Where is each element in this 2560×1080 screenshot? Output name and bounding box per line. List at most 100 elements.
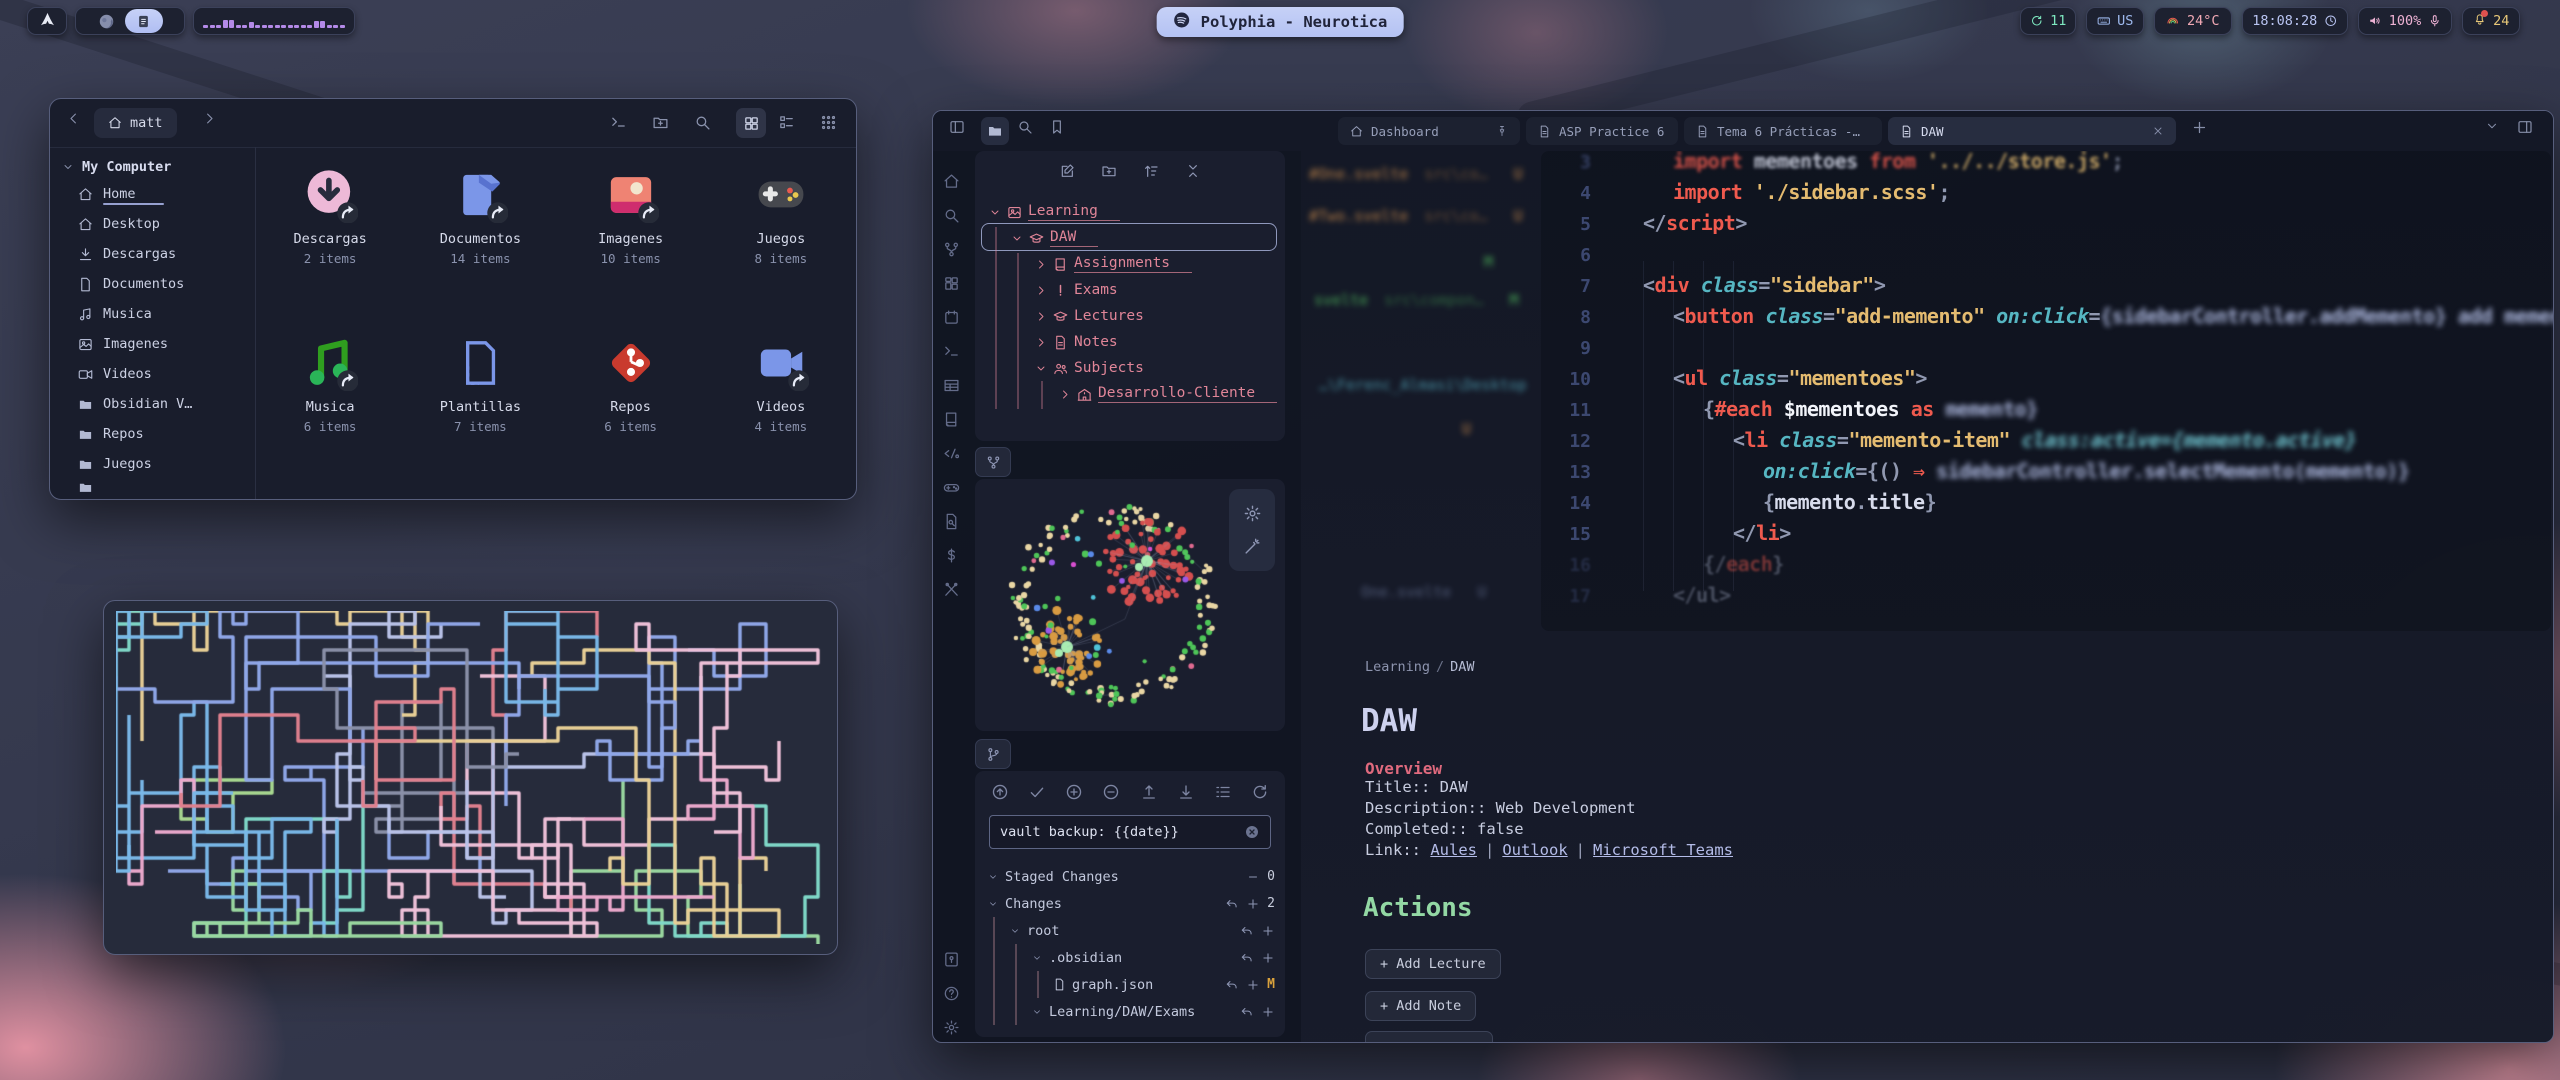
commit-message-input[interactable]: [989, 815, 1271, 849]
ribbon-gear-button[interactable]: [943, 1019, 960, 1036]
right-sidebar-toggle[interactable]: [2517, 119, 2533, 135]
sidebar-item-desktop[interactable]: Desktop: [50, 209, 255, 239]
editor-pane[interactable]: #One.sveltesrc\co…U #Two.sveltesrc\co…U …: [1301, 151, 2553, 1042]
tree-item-daw[interactable]: DAW: [975, 225, 1279, 251]
status-notifications[interactable]: 24: [2462, 7, 2520, 35]
tab-tema-6-pr-cticas-[interactable]: Tema 6 Prácticas -…: [1684, 117, 1882, 145]
ribbon-book-button[interactable]: [943, 411, 960, 428]
view-search-button[interactable]: [694, 114, 711, 131]
dock-app-active[interactable]: [125, 9, 163, 33]
ribbon-terminal-button[interactable]: [943, 343, 960, 360]
pin-icon[interactable]: [1496, 125, 1508, 137]
folder-repos[interactable]: Repos 6 items: [556, 327, 706, 495]
tree-item-exams[interactable]: Exams: [975, 277, 1279, 303]
ribbon-vault-button[interactable]: [943, 951, 960, 968]
forward-button[interactable]: [202, 111, 217, 126]
ribbon-file-search-button[interactable]: [943, 513, 960, 530]
ribbon-table-button[interactable]: [943, 377, 960, 394]
graph-tab-badge[interactable]: [975, 447, 1011, 477]
git-arrow-up-circle-button[interactable]: [991, 783, 1009, 801]
tab-list-button[interactable]: [2485, 119, 2499, 133]
folder-juegos[interactable]: Juegos 8 items: [706, 159, 856, 327]
tree-item-subjects[interactable]: Subjects: [975, 355, 1279, 381]
explorer-sort-button[interactable]: [1143, 163, 1159, 179]
note-action-button[interactable]: + Add Note: [1365, 991, 1476, 1021]
note-breadcrumb[interactable]: Learning/DAW: [1365, 659, 1475, 675]
folder-descargas[interactable]: Descargas 2 items: [255, 159, 405, 327]
sidebar-item-musica[interactable]: Musica: [50, 299, 255, 329]
ribbon-tools-button[interactable]: [943, 581, 960, 598]
ribbon-dollar-button[interactable]: [943, 547, 960, 564]
back-button[interactable]: [66, 111, 81, 126]
now-playing-widget[interactable]: Polyphia - Neurotica: [1157, 7, 1404, 37]
sidebar-item-juegos[interactable]: Juegos: [50, 449, 255, 479]
git-row-.obsidian[interactable]: .obsidian: [975, 944, 1275, 971]
tree-item-learning[interactable]: Learning: [975, 199, 1279, 225]
view-terminal-button[interactable]: [610, 114, 627, 131]
graph-gear-button[interactable]: [1243, 504, 1262, 523]
graph-wand-button[interactable]: [1243, 537, 1262, 556]
tab-daw[interactable]: DAW: [1888, 117, 2176, 145]
git-tab-badge[interactable]: [975, 739, 1011, 769]
folder-button[interactable]: [981, 117, 1009, 145]
tree-item-desarrollo-cliente[interactable]: Desarrollo-Cliente: [975, 381, 1279, 407]
git-list-details-button[interactable]: [1214, 783, 1232, 801]
view-grid-button[interactable]: [736, 108, 766, 138]
git-download2-button[interactable]: [1177, 783, 1195, 801]
git-minus-circle-button[interactable]: [1102, 783, 1120, 801]
status-clock[interactable]: 18:08:28: [2242, 7, 2348, 35]
taskbar-apps[interactable]: [75, 7, 185, 35]
pipes-terminal-window[interactable]: [103, 600, 838, 955]
ribbon-git-fork-button[interactable]: [943, 241, 960, 258]
folder-imagenes[interactable]: Imagenes 10 items: [556, 159, 706, 327]
sidebar-item-videos[interactable]: Videos: [50, 359, 255, 389]
view-dots-grid-button[interactable]: [820, 114, 837, 131]
folder-musica[interactable]: Musica 6 items: [255, 327, 405, 495]
sidebar-item-descargas[interactable]: Descargas: [50, 239, 255, 269]
file-manager-window[interactable]: matt My Computer HomeDesktopDescargasDoc…: [49, 98, 857, 500]
git-row-graph.json[interactable]: graph.jsonM: [975, 971, 1275, 998]
sidebar-item-documentos[interactable]: Documentos: [50, 269, 255, 299]
sidebar-item-imagenes[interactable]: Imagenes: [50, 329, 255, 359]
obsidian-window[interactable]: Dashboard ASP Practice 6 Tema 6 Práctica…: [932, 110, 2554, 1043]
git-check-button[interactable]: [1028, 783, 1046, 801]
git-row-learning-daw-exams[interactable]: Learning/DAW/Exams: [975, 998, 1275, 1025]
ribbon-gamepad-button[interactable]: [943, 479, 960, 496]
new-tab-button[interactable]: [2191, 119, 2208, 136]
ribbon-home-button[interactable]: [943, 173, 960, 190]
close-tab-icon[interactable]: [2152, 125, 2164, 137]
tab-dashboard[interactable]: Dashboard: [1338, 117, 1520, 145]
sidebar-section-header[interactable]: My Computer: [50, 147, 255, 179]
sidebar-item-obsidian-v-[interactable]: Obsidian V…: [50, 389, 255, 419]
git-row-root[interactable]: root: [975, 917, 1275, 944]
folder-plantillas[interactable]: Plantillas 7 items: [405, 327, 555, 495]
ribbon-code-button[interactable]: [943, 445, 960, 462]
launcher-button[interactable]: [27, 7, 67, 35]
folder-documentos[interactable]: Documentos 14 items: [405, 159, 555, 327]
status-volume[interactable]: 100%: [2358, 7, 2452, 35]
status-keyboard-layout[interactable]: US: [2086, 7, 2144, 35]
tab-asp-practice-6[interactable]: ASP Practice 6: [1526, 117, 1678, 145]
view-folder-plus-button[interactable]: [652, 114, 669, 131]
sidebar-item-partial[interactable]: [50, 479, 255, 495]
ribbon-calendar-button[interactable]: [943, 309, 960, 326]
note-link-microsoft-teams[interactable]: Microsoft Teams: [1593, 841, 1733, 859]
explorer-edit-button[interactable]: [1059, 163, 1075, 179]
note-link-outlook[interactable]: Outlook: [1502, 841, 1567, 859]
search-button[interactable]: [1017, 119, 1033, 135]
git-row-staged-changes[interactable]: Staged Changes0: [975, 863, 1275, 890]
tree-item-assignments[interactable]: Assignments: [975, 251, 1279, 277]
bookmark-button[interactable]: [1049, 119, 1065, 135]
git-refresh-button[interactable]: [1251, 783, 1269, 801]
sidebar-item-repos[interactable]: Repos: [50, 419, 255, 449]
status-updates[interactable]: 11: [2020, 7, 2076, 35]
git-row-changes[interactable]: Changes2: [975, 890, 1275, 917]
layout-sidebar-left-button[interactable]: [949, 119, 965, 135]
note-action-button[interactable]: + Add Lecture: [1365, 949, 1501, 979]
ribbon-search-button[interactable]: [943, 207, 960, 224]
git-plus-circle-button[interactable]: [1065, 783, 1083, 801]
view-list-button[interactable]: [778, 114, 795, 131]
ribbon-layout-grid-button[interactable]: [943, 275, 960, 292]
ribbon-help-button[interactable]: [943, 985, 960, 1002]
breadcrumb[interactable]: matt: [94, 108, 177, 138]
